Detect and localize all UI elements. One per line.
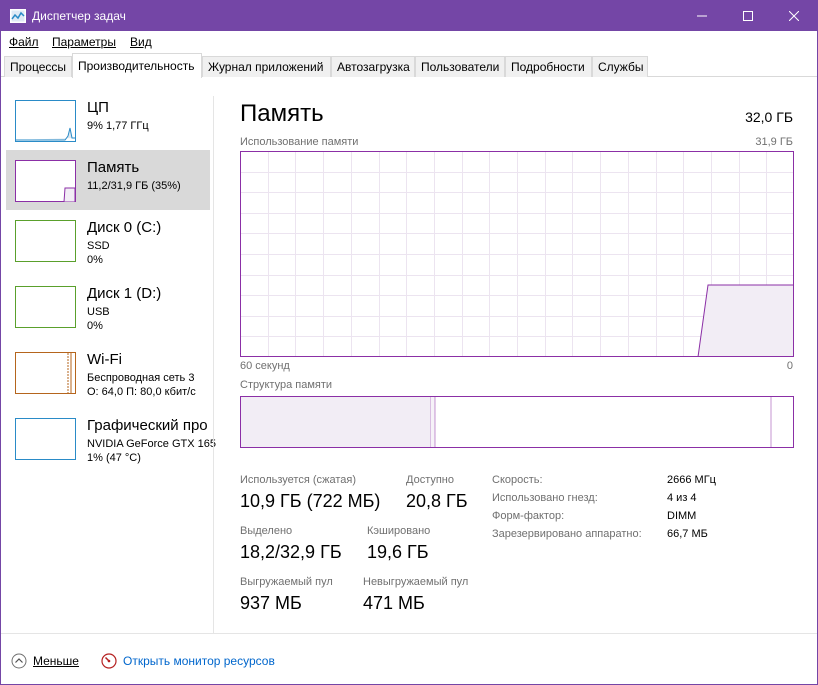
stat-in-use-label: Используется (сжатая) bbox=[240, 474, 357, 486]
resource-item-cpu[interactable]: ЦП 9% 1,77 ГГц bbox=[6, 90, 210, 150]
resource-detail: NVIDIA GeForce GTX 165 bbox=[87, 438, 216, 450]
fewer-details-button[interactable]: Меньше bbox=[11, 653, 79, 669]
memory-total: 32,0 ГБ bbox=[745, 109, 793, 125]
fewer-details-label: Меньше bbox=[33, 654, 79, 668]
menu-bar: Файл Параметры Вид bbox=[1, 31, 817, 53]
maximize-icon bbox=[743, 11, 753, 21]
tab-app-history-label: Журнал приложений bbox=[208, 60, 324, 74]
resource-detail: 0% bbox=[87, 320, 103, 332]
title-bar: Диспетчер задач bbox=[1, 1, 817, 31]
close-button[interactable] bbox=[771, 1, 817, 31]
minimize-icon bbox=[697, 15, 707, 17]
menu-view-label: Вид bbox=[130, 35, 152, 49]
menu-options[interactable]: Параметры bbox=[52, 35, 116, 49]
tab-services-label: Службы bbox=[598, 60, 644, 74]
task-manager-window: Диспетчер задач Файл Параметры Вид Проце… bbox=[0, 0, 818, 685]
usage-graph-max: 31,9 ГБ bbox=[755, 136, 793, 148]
resource-detail: USB bbox=[87, 306, 110, 318]
detail-value-form-factor: DIMM bbox=[667, 510, 697, 522]
chevron-up-circle-icon bbox=[11, 653, 27, 669]
tab-performance-label: Производительность bbox=[78, 59, 195, 73]
window-title: Диспетчер задач bbox=[32, 9, 126, 23]
open-resource-monitor-link[interactable]: Открыть монитор ресурсов bbox=[101, 653, 275, 669]
memory-mini-graph bbox=[15, 160, 76, 202]
stat-available-value: 20,8 ГБ bbox=[406, 491, 468, 511]
structure-label: Структура памяти bbox=[240, 379, 333, 391]
maximize-button[interactable] bbox=[725, 1, 771, 31]
stat-committed-value: 18,2/32,9 ГБ bbox=[240, 542, 342, 562]
close-icon bbox=[789, 11, 799, 21]
resource-detail: Беспроводная сеть 3 bbox=[87, 372, 195, 384]
graph-time-right: 0 bbox=[786, 360, 793, 372]
detail-value-reserved: 66,7 МБ bbox=[667, 528, 708, 540]
stat-paged-value: 937 МБ bbox=[240, 593, 302, 613]
open-resource-monitor-label: Открыть монитор ресурсов bbox=[123, 654, 275, 668]
wifi-mini-graph bbox=[15, 352, 76, 394]
tab-processes[interactable]: Процессы bbox=[4, 56, 72, 77]
stat-available-label: Доступно bbox=[406, 474, 455, 486]
menu-file-label: Файл bbox=[9, 35, 39, 49]
task-manager-app-icon bbox=[10, 9, 26, 23]
resource-item-disk1[interactable]: Диск 1 (D:) USB 0% bbox=[6, 276, 210, 336]
cpu-mini-graph bbox=[15, 100, 76, 142]
gpu-mini-graph bbox=[15, 418, 76, 460]
disk0-mini-graph bbox=[15, 220, 76, 262]
stat-cached-value: 19,6 ГБ bbox=[367, 542, 429, 562]
detail-label-speed: Скорость: bbox=[492, 474, 543, 486]
menu-file[interactable]: Файл bbox=[9, 35, 39, 49]
stat-paged-label: Выгружаемый пул bbox=[240, 576, 333, 588]
stat-nonpaged-label: Невыгружаемый пул bbox=[363, 576, 469, 588]
disk1-mini-graph bbox=[15, 286, 76, 328]
detail-label-reserved: Зарезервировано аппаратно: bbox=[492, 528, 642, 540]
page-title: Память bbox=[240, 100, 324, 127]
resource-item-wifi[interactable]: Wi-Fi Беспроводная сеть 3 О: 64,0 П: 80,… bbox=[6, 342, 210, 402]
usage-graph-label: Использование памяти bbox=[240, 136, 359, 148]
resource-title: Диск 1 (D:) bbox=[87, 285, 162, 302]
resource-detail: SSD bbox=[87, 240, 110, 252]
usage-area bbox=[698, 285, 793, 357]
resource-list: ЦП 9% 1,77 ГГц Память 11,2/31,9 ГБ (35%)… bbox=[1, 78, 216, 634]
memory-composition-bar bbox=[240, 396, 794, 448]
tab-details-label: Подробности bbox=[511, 60, 585, 74]
tab-services[interactable]: Службы bbox=[592, 56, 648, 77]
graph-time-left: 60 секунд bbox=[240, 360, 290, 372]
panel-divider bbox=[213, 96, 214, 633]
tab-bar: Процессы Производительность Журнал прило… bbox=[1, 53, 817, 78]
resource-detail: 1% (47 °C) bbox=[87, 452, 141, 464]
footer-bar: Меньше Открыть монитор ресурсов bbox=[1, 633, 817, 684]
tab-startup[interactable]: Автозагрузка bbox=[331, 56, 415, 77]
detail-label-form-factor: Форм-фактор: bbox=[492, 510, 565, 522]
tab-users[interactable]: Пользователи bbox=[415, 56, 505, 77]
resource-item-memory[interactable]: Память 11,2/31,9 ГБ (35%) bbox=[6, 150, 210, 210]
tab-performance[interactable]: Производительность bbox=[72, 53, 202, 78]
resource-detail: 0% bbox=[87, 254, 103, 266]
minimize-button[interactable] bbox=[679, 1, 725, 31]
resource-monitor-icon bbox=[101, 653, 117, 669]
detail-label-slots: Использовано гнезд: bbox=[492, 492, 598, 504]
menu-view[interactable]: Вид bbox=[130, 35, 152, 49]
memory-usage-graph bbox=[240, 151, 794, 357]
resource-detail: О: 64,0 П: 80,0 кбит/с bbox=[87, 386, 196, 398]
menu-options-label: Параметры bbox=[52, 35, 116, 49]
stat-in-use-value: 10,9 ГБ (722 МБ) bbox=[240, 491, 381, 511]
tab-users-label: Пользователи bbox=[421, 60, 500, 74]
resource-title: Wi-Fi bbox=[87, 351, 122, 368]
stat-nonpaged-value: 471 МБ bbox=[363, 593, 425, 613]
resource-detail: 9% 1,77 ГГц bbox=[87, 120, 149, 132]
resource-title: Графический про bbox=[87, 417, 208, 434]
tab-processes-label: Процессы bbox=[10, 60, 67, 74]
detail-value-speed: 2666 МГц bbox=[667, 474, 716, 486]
tab-app-history[interactable]: Журнал приложений bbox=[202, 56, 331, 77]
resource-item-disk0[interactable]: Диск 0 (C:) SSD 0% bbox=[6, 210, 210, 270]
resource-detail: 11,2/31,9 ГБ (35%) bbox=[87, 180, 181, 192]
resource-title: Память bbox=[87, 159, 140, 176]
stat-committed-label: Выделено bbox=[240, 525, 293, 537]
resource-title: ЦП bbox=[87, 99, 109, 116]
stat-cached-label: Кэшировано bbox=[367, 525, 431, 537]
resource-item-gpu[interactable]: Графический про NVIDIA GeForce GTX 165 1… bbox=[6, 408, 216, 468]
detail-value-slots: 4 из 4 bbox=[667, 492, 697, 504]
tab-details[interactable]: Подробности bbox=[505, 56, 592, 77]
tab-startup-label: Автозагрузка bbox=[337, 60, 410, 74]
resource-title: Диск 0 (C:) bbox=[87, 219, 162, 236]
